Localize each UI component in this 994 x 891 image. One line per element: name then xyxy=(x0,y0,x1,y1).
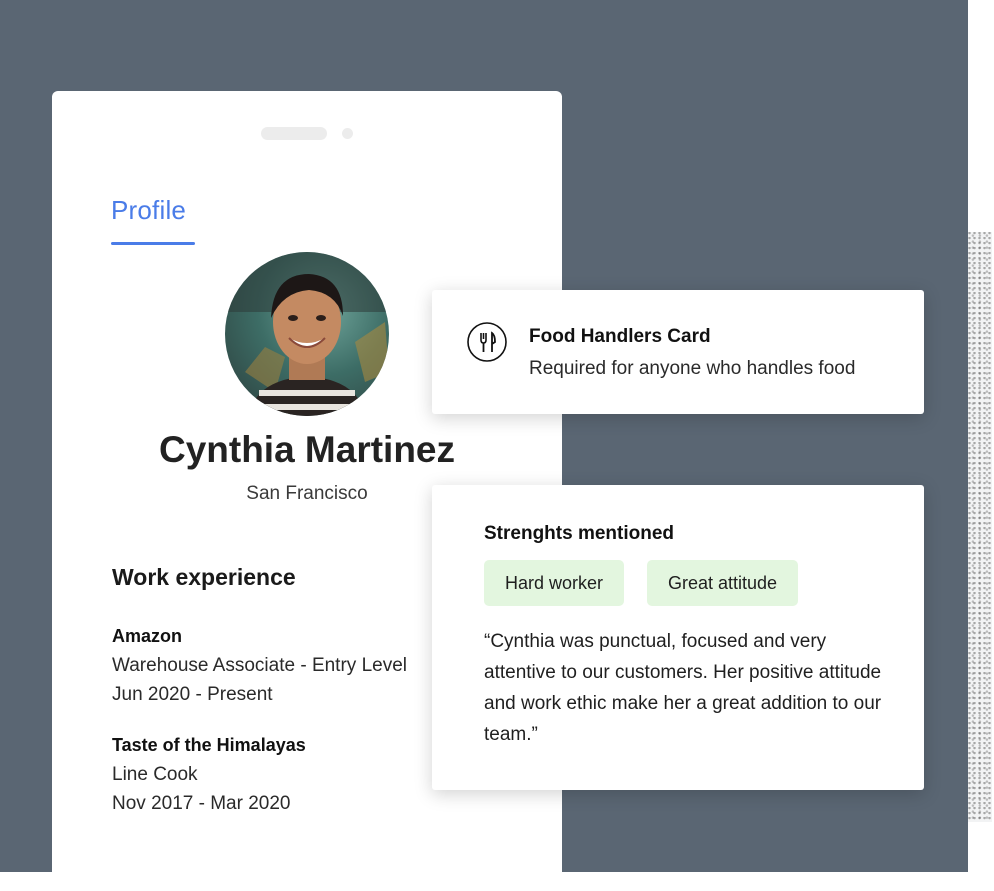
reference-quote: “Cynthia was punctual, focused and very … xyxy=(484,631,882,745)
job-entry: Taste of the Himalayas Line Cook Nov 201… xyxy=(112,731,306,818)
certification-title: Food Handlers Card xyxy=(529,326,711,347)
fork-knife-icon xyxy=(467,322,507,362)
job-company: Amazon xyxy=(112,626,183,646)
job-role: Line Cook xyxy=(112,764,198,785)
job-entry: Amazon Warehouse Associate - Entry Level… xyxy=(112,622,407,709)
phone-speaker xyxy=(261,127,327,140)
person-name: Cynthia Martinez xyxy=(158,429,456,470)
strengths-title: Strenghts mentioned xyxy=(484,523,675,544)
strength-chip[interactable]: Hard worker xyxy=(484,560,625,606)
food-handlers-card[interactable]: Food Handlers Card Required for anyone w… xyxy=(432,290,924,414)
job-dates: Jun 2020 - Present xyxy=(112,684,273,705)
work-experience-heading: Work experience xyxy=(112,564,296,590)
strengths-card: Strenghts mentioned Hard worker Great at… xyxy=(432,485,924,790)
strength-chip[interactable]: Great attitude xyxy=(647,560,799,606)
certification-subtitle: Required for anyone who handles food xyxy=(529,358,856,379)
decorative-texture xyxy=(968,232,992,822)
tab-profile[interactable]: Profile xyxy=(111,195,186,226)
job-dates: Nov 2017 - Mar 2020 xyxy=(112,793,291,814)
avatar xyxy=(225,252,389,416)
phone-camera xyxy=(342,128,353,139)
job-company: Taste of the Himalayas xyxy=(112,735,306,755)
job-role: Warehouse Associate - Entry Level xyxy=(112,655,407,676)
tab-profile-underline xyxy=(111,242,195,245)
